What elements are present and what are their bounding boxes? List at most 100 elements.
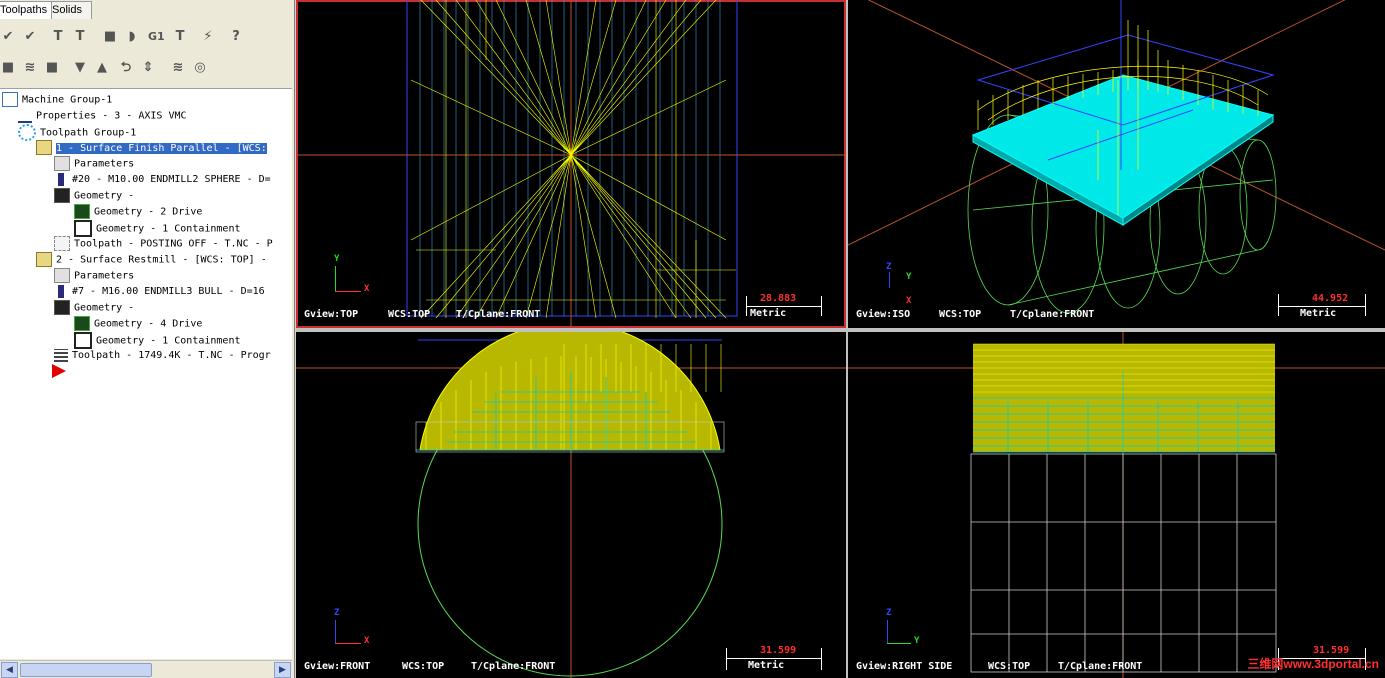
viewport-horizontal-divider[interactable] (296, 328, 1385, 332)
tool-icon (58, 172, 64, 186)
scale-bar (746, 306, 822, 307)
verify-icon[interactable]: ◗ (124, 29, 140, 45)
tree-node-drive-2[interactable]: Geometry - 4 Drive (74, 316, 202, 331)
axis-label-x: X (364, 284, 370, 294)
display-selected-icon[interactable]: ◎ (192, 60, 208, 76)
scale-bar-left-tick (1278, 294, 1279, 316)
posting-toggle-icon[interactable]: ■ (44, 60, 60, 76)
insert-arrow-marker-icon[interactable] (52, 364, 66, 378)
tree-node-geometry-2[interactable]: Geometry - (54, 300, 134, 315)
viewport-top[interactable]: Y X 28.883 Metric Gview:TOP WCS:TOP T/Cp… (296, 0, 846, 328)
properties-icon (18, 108, 32, 123)
machine-group-icon (2, 92, 18, 107)
post-icon[interactable]: G1 (148, 29, 165, 45)
wcs-label: WCS:TOP (402, 661, 445, 672)
tree-node-operation-1[interactable]: 1 - Surface Finish Parallel - [WCS: (36, 140, 267, 155)
select-all-icon[interactable]: ✔ (0, 29, 16, 45)
viewport-right-side[interactable]: Z Y 31.599 Gview:RIGHT SIDE WCS:TOP T/Cp… (848, 332, 1385, 678)
backplot-icon[interactable]: ■ (102, 29, 118, 45)
viewport-vertical-divider[interactable] (846, 0, 848, 678)
delete-icon[interactable]: ⚡ (200, 29, 216, 45)
axis-x-line (335, 291, 361, 292)
axis-z-line (889, 272, 890, 288)
scale-bar-right-tick (1365, 294, 1366, 316)
move-up-icon[interactable]: ▲ (94, 60, 110, 76)
axis-y-line (887, 643, 911, 644)
scroll-left-icon[interactable]: ◀ (1, 662, 18, 678)
viewport-iso[interactable]: Z Y X 44.952 Metric Gview:ISO WCS:TOP T/… (848, 0, 1385, 328)
axis-z-line (335, 620, 336, 644)
tree-horizontal-scrollbar[interactable]: ◀ ▶ (0, 660, 292, 678)
tree-node-tool-2[interactable]: #7 - M16.00 ENDMILL3 BULL - D=16 (54, 284, 265, 299)
folder-icon (54, 156, 70, 171)
tree-node-containment-2[interactable]: Geometry - 1 Containment (74, 332, 241, 349)
tab-solids[interactable]: Solids (46, 1, 92, 19)
scroll-thumb[interactable] (20, 663, 152, 677)
scale-bar (726, 658, 822, 659)
tree-node-properties[interactable]: Properties - 3 - AXIS VMC (18, 108, 187, 123)
geometry-icon (54, 188, 70, 203)
axis-label-x: X (906, 296, 912, 306)
wcs-label: WCS:TOP (939, 309, 982, 320)
operations-manager: Toolpaths Solids ✔ ✔ T T ■ ◗ G1 T ⚡ ? ■ … (0, 0, 295, 678)
scale-value: 44.952 (1312, 293, 1349, 304)
scale-bar-right-tick (821, 648, 822, 670)
tree-node-parameters-2[interactable]: Parameters (54, 268, 134, 283)
scale-bar-right-tick (821, 296, 822, 316)
tcplane-label: T/Cplane:FRONT (1010, 309, 1095, 320)
viewport-front-canvas (296, 332, 846, 678)
gview-label: Gview:RIGHT SIDE (856, 661, 953, 672)
viewport-iso-canvas (848, 0, 1385, 314)
tcplane-label: T/Cplane:FRONT (471, 661, 556, 672)
highfeed-icon[interactable]: T (172, 29, 188, 45)
help-icon[interactable]: ? (228, 29, 244, 45)
toolbar-row-2: ■ ≋ ■ ▼ ▲ ⮌ ⇕ ≋ ◎ (0, 57, 294, 79)
drive-geometry-icon (74, 204, 90, 219)
units-label: Metric (1300, 308, 1337, 319)
operations-tree: Machine Group-1 Properties - 3 - AXIS VM… (0, 88, 292, 659)
scale-bar (1278, 306, 1366, 307)
toggle-display-icon[interactable]: ≋ (22, 60, 38, 76)
tab-toolpaths[interactable]: Toolpaths (0, 1, 52, 19)
lock-icon[interactable]: ■ (0, 60, 16, 76)
viewport-front[interactable]: Z X 31.599 Metric Gview:FRONT WCS:TOP T/… (296, 332, 846, 678)
geometry-icon (54, 300, 70, 315)
axis-label-y: Y (334, 254, 340, 264)
tree-node-toolpath-2[interactable]: Toolpath - 1749.4K - T.NC - Progr (54, 348, 271, 363)
tree-node-toolpath-1[interactable]: Toolpath - POSTING OFF - T.NC - P (54, 236, 273, 251)
toolpath-group-icon (18, 124, 36, 141)
tree-node-drive-1[interactable]: Geometry - 2 Drive (74, 204, 202, 219)
tree-node-parameters-1[interactable]: Parameters (54, 156, 134, 171)
select-invalid-icon[interactable]: ✔ (22, 29, 38, 45)
tree-node-toolpath-group[interactable]: Toolpath Group-1 (18, 124, 136, 141)
tree-node-tool-1[interactable]: #20 - M10.00 ENDMILL2 SPHERE - D= (54, 172, 271, 187)
move-down-icon[interactable]: ▼ (72, 60, 88, 76)
single-display-icon[interactable]: ≋ (170, 60, 186, 76)
tree-node-machine-group[interactable]: Machine Group-1 (2, 92, 112, 107)
tab-bar: Toolpaths Solids (0, 0, 294, 19)
insert-arrow-icon[interactable]: ⮌ (118, 60, 134, 76)
axis-y-line (335, 266, 336, 292)
axis-label-z: Z (886, 608, 892, 618)
gview-label: Gview:ISO (856, 309, 911, 320)
scale-value: 31.599 (760, 645, 797, 656)
axis-label-z: Z (334, 608, 340, 618)
regenerate-icon[interactable]: T (50, 29, 66, 45)
tree-node-operation-2[interactable]: 2 - Surface Restmill - [WCS: TOP] - (36, 252, 267, 267)
scroll-right-icon[interactable]: ▶ (274, 662, 291, 678)
drive-geometry-icon (74, 316, 90, 331)
posting-icon (54, 236, 70, 251)
regenerate-dirty-icon[interactable]: T (72, 29, 88, 45)
tcplane-label: T/Cplane:FRONT (456, 309, 541, 320)
tool-icon (58, 284, 64, 298)
axis-label-z: Z (886, 262, 892, 272)
axis-label-y: Y (906, 272, 912, 282)
toolbar-row-1: ✔ ✔ T T ■ ◗ G1 T ⚡ ? (0, 26, 294, 48)
axis-label-y: Y (914, 636, 920, 646)
viewport-right-side-canvas (848, 332, 1385, 678)
tree-node-containment-1[interactable]: Geometry - 1 Containment (74, 220, 241, 237)
open-folder-icon (36, 252, 52, 267)
toolpath-icon (54, 348, 68, 362)
tree-node-geometry-1[interactable]: Geometry - (54, 188, 134, 203)
scroll-to-arrow-icon[interactable]: ⇕ (140, 60, 156, 76)
